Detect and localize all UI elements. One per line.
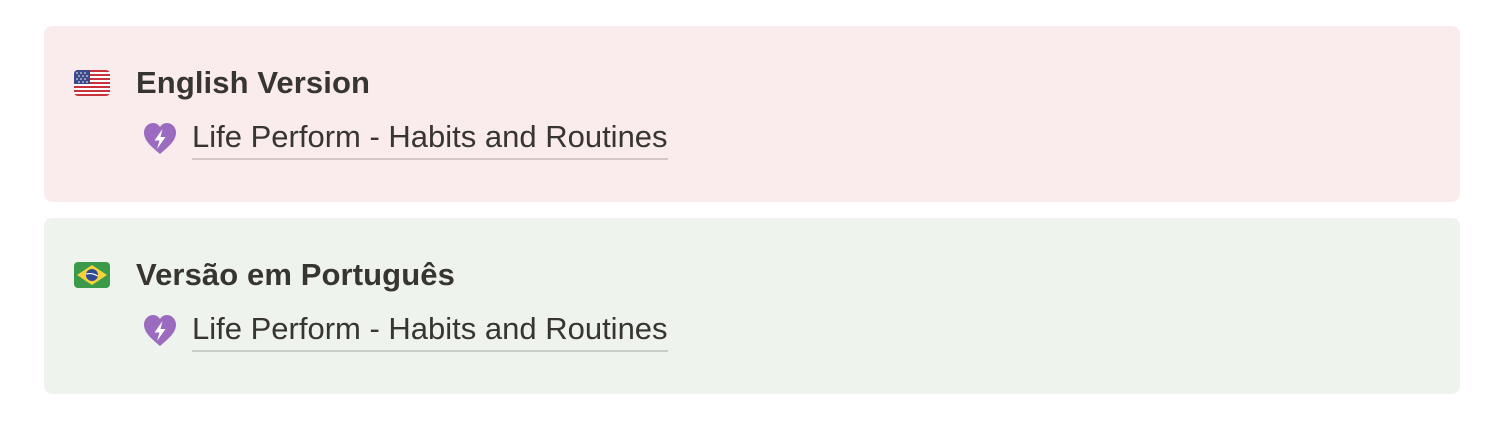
portuguese-version-heading: Versão em Português xyxy=(136,257,455,292)
page-link-life-perform-portuguese[interactable]: Life Perform - Habits and Routines xyxy=(142,310,668,352)
purple-heart-lightning-icon xyxy=(142,121,192,157)
page-link-label[interactable]: Life Perform - Habits and Routines xyxy=(192,118,668,160)
page-link-label[interactable]: Life Perform - Habits and Routines xyxy=(192,310,668,352)
brazil-flag-icon xyxy=(74,262,110,288)
us-flag-icon xyxy=(74,70,110,96)
portuguese-version-callout: Versão em Português Life Perform - Habit… xyxy=(44,218,1460,394)
page-link-life-perform-english[interactable]: Life Perform - Habits and Routines xyxy=(142,118,668,160)
english-version-callout: English Version Life Perform - Habits an… xyxy=(44,26,1460,202)
english-version-heading: English Version xyxy=(136,65,371,100)
purple-heart-lightning-icon xyxy=(142,313,192,349)
